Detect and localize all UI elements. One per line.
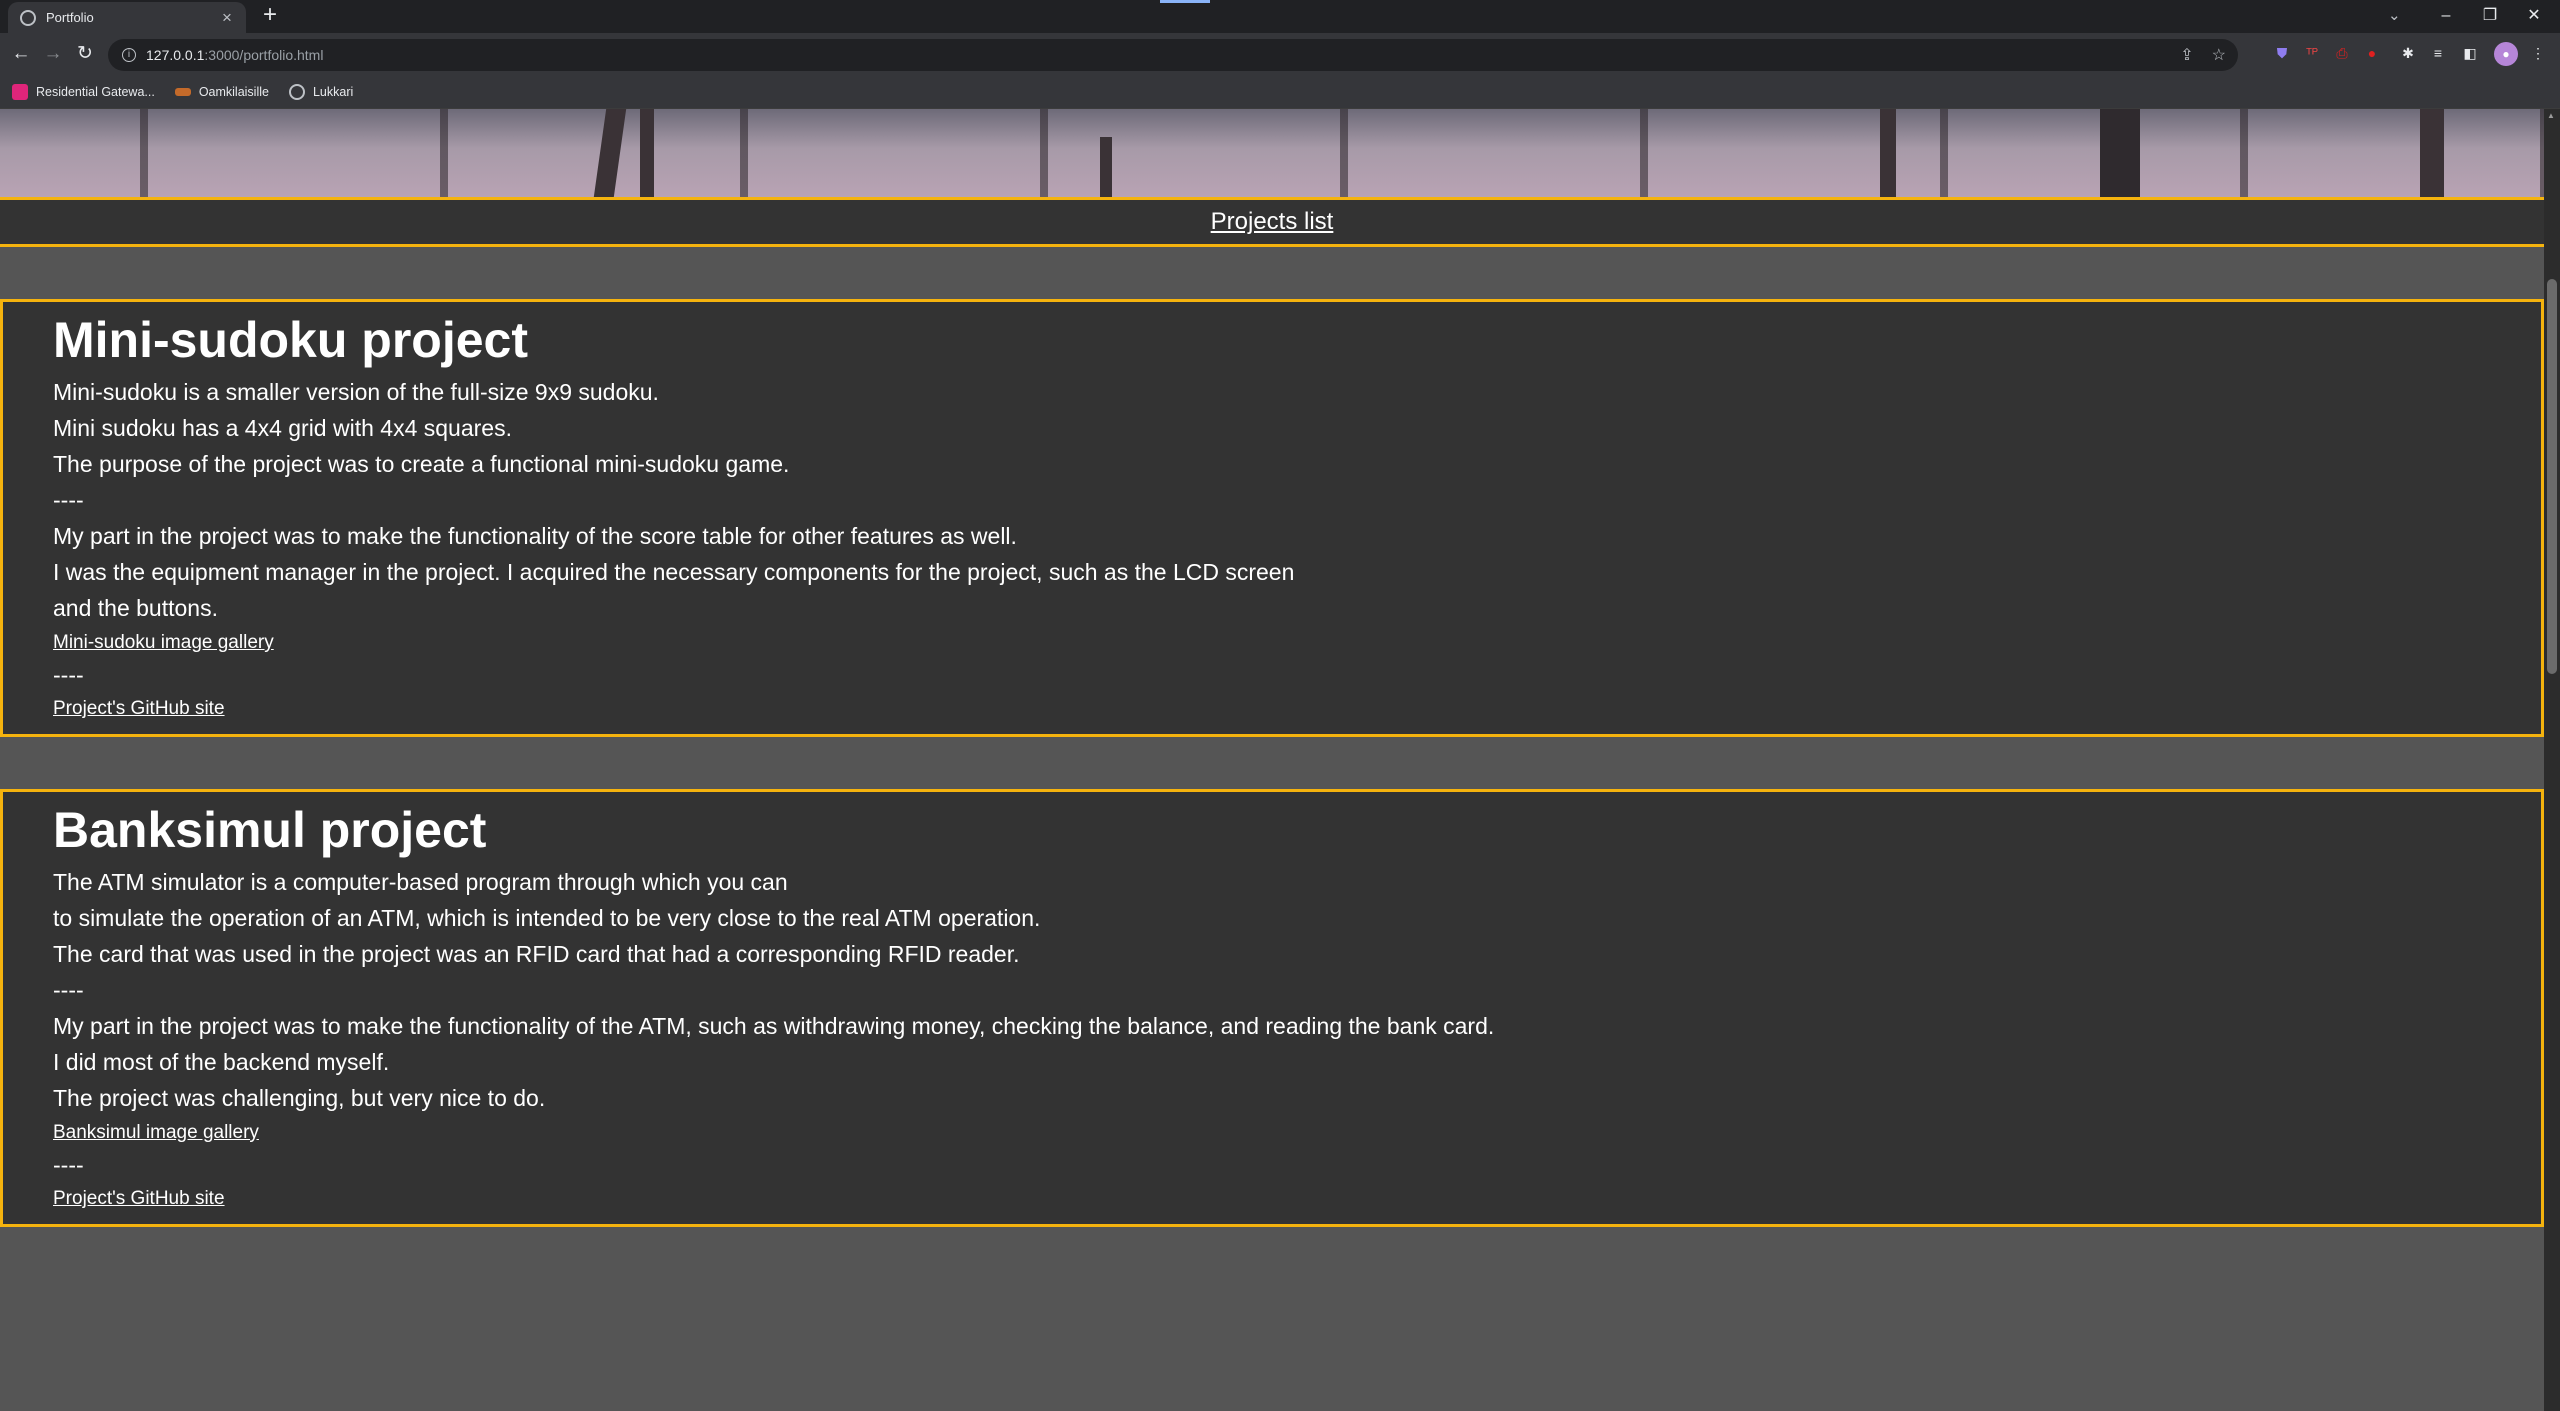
- profile-avatar[interactable]: ●: [2494, 42, 2518, 66]
- project-description-line: My part in the project was to make the f…: [53, 523, 1017, 549]
- side-panel-icon[interactable]: ◧: [2460, 43, 2480, 63]
- tree-trunk: [1880, 109, 1896, 197]
- close-window-button[interactable]: ✕: [2518, 3, 2550, 29]
- globe-icon: [288, 84, 305, 100]
- project-card-mini-sudoku: Mini-sudoku project Mini-sudoku is a sma…: [0, 299, 2544, 737]
- separator-text: ----: [53, 977, 84, 1003]
- tree-trunk: [640, 109, 654, 197]
- separator-text: ----: [53, 487, 84, 513]
- github-link[interactable]: Project's GitHub site: [53, 692, 2541, 725]
- globe-icon: [20, 9, 36, 26]
- extension-tp-icon[interactable]: ᵀᴾ: [2302, 43, 2322, 63]
- bookmarks-bar: Residential Gatewa... Oamkilaisille Lukk…: [0, 76, 2560, 109]
- reading-list-icon[interactable]: ≡: [2428, 43, 2448, 63]
- project-title: Banksimul project: [53, 802, 487, 858]
- bookmark-star-icon[interactable]: ☆: [2212, 45, 2226, 65]
- project-description-line: to simulate the operation of an ATM, whi…: [53, 905, 1041, 931]
- bookmark-label: Residential Gatewa...: [36, 85, 155, 99]
- url-host: 127.0.0.1: [146, 47, 205, 63]
- forward-button[interactable]: →: [40, 41, 66, 67]
- tab-search-icon[interactable]: ⌄: [2388, 6, 2401, 24]
- image-gallery-link[interactable]: Banksimul image gallery: [53, 1116, 2541, 1149]
- tab-strip-indicator: [1160, 0, 1210, 3]
- tree-trunk: [1100, 137, 1112, 197]
- separator-text: ----: [53, 662, 84, 688]
- projects-list-link[interactable]: Projects list: [1211, 208, 1334, 235]
- project-description-line: Mini-sudoku is a smaller version of the …: [53, 379, 659, 405]
- project-description-line: The project was challenging, but very ni…: [53, 1085, 546, 1111]
- bookmark-lukkari[interactable]: Lukkari: [288, 84, 354, 100]
- project-description-line: Mini sudoku has a 4x4 grid with 4x4 squa…: [53, 415, 512, 441]
- browser-tab-strip: Portfolio × + ⌄ – ❐ ✕: [0, 0, 2560, 33]
- browser-toolbar: ← → ↻ i 127.0.0.1:3000/portfolio.html ⇪ …: [0, 33, 2560, 76]
- project-description-line: The ATM simulator is a computer-based pr…: [53, 869, 788, 895]
- project-description-line: and the buttons.: [53, 595, 218, 621]
- bookmark-label: Oamkilaisille: [198, 85, 269, 99]
- back-button[interactable]: ←: [8, 41, 34, 67]
- hero-banner-image: [0, 109, 2544, 197]
- page-viewport: Projects list Mini-sudoku project Mini-s…: [0, 109, 2560, 1411]
- project-description-line: My part in the project was to make the f…: [53, 1013, 1495, 1039]
- oamk-logo-icon: [174, 88, 191, 96]
- projects-nav-bar: Projects list: [0, 197, 2544, 247]
- menu-icon[interactable]: ⋮: [2528, 43, 2548, 63]
- reload-button[interactable]: ↻: [72, 41, 98, 67]
- project-description-line: The card that was used in the project wa…: [53, 941, 1020, 967]
- address-bar[interactable]: i 127.0.0.1:3000/portfolio.html ⇪ ☆: [108, 39, 2238, 71]
- extension-shield-icon[interactable]: ⛊: [2272, 43, 2292, 63]
- page-scrollbar[interactable]: ▲: [2544, 109, 2560, 1411]
- separator-text: ----: [53, 1152, 84, 1178]
- project-card-banksimul: Banksimul project The ATM simulator is a…: [0, 789, 2544, 1227]
- project-description-line: I was the equipment manager in the proje…: [53, 559, 1295, 585]
- share-icon[interactable]: ⇪: [2180, 45, 2193, 65]
- portfolio-page: Projects list Mini-sudoku project Mini-s…: [0, 109, 2544, 1411]
- image-gallery-link[interactable]: Mini-sudoku image gallery: [53, 626, 2541, 659]
- url-path: :3000/portfolio.html: [204, 47, 324, 63]
- project-description-line: I did most of the backend myself.: [53, 1049, 390, 1075]
- scrollbar-thumb[interactable]: [2547, 279, 2557, 674]
- extension-record-icon[interactable]: ●: [2362, 43, 2382, 63]
- bookmark-oamkilaisille[interactable]: Oamkilaisille: [174, 85, 269, 99]
- router-icon: [12, 84, 28, 100]
- close-icon[interactable]: ×: [218, 8, 236, 28]
- bookmark-residential-gateway[interactable]: Residential Gatewa...: [12, 84, 155, 100]
- tab-title: Portfolio: [46, 10, 94, 25]
- project-title: Mini-sudoku project: [53, 312, 528, 368]
- pdf-extension-icon[interactable]: ⎙: [2332, 43, 2352, 63]
- puzzle-icon[interactable]: ✱: [2398, 43, 2418, 63]
- tree-trunk: [2420, 109, 2444, 197]
- minimize-button[interactable]: –: [2430, 3, 2462, 29]
- project-description-line: The purpose of the project was to create…: [53, 451, 790, 477]
- github-link[interactable]: Project's GitHub site: [53, 1182, 2541, 1215]
- tree-trunk: [593, 109, 627, 197]
- restore-button[interactable]: ❐: [2474, 3, 2506, 29]
- tree-trunk: [2100, 109, 2140, 197]
- scroll-up-arrow-icon[interactable]: ▲: [2547, 111, 2555, 120]
- bookmark-label: Lukkari: [312, 85, 354, 99]
- new-tab-button[interactable]: +: [258, 3, 282, 28]
- site-info-icon[interactable]: i: [122, 48, 136, 62]
- browser-tab[interactable]: Portfolio ×: [8, 2, 246, 33]
